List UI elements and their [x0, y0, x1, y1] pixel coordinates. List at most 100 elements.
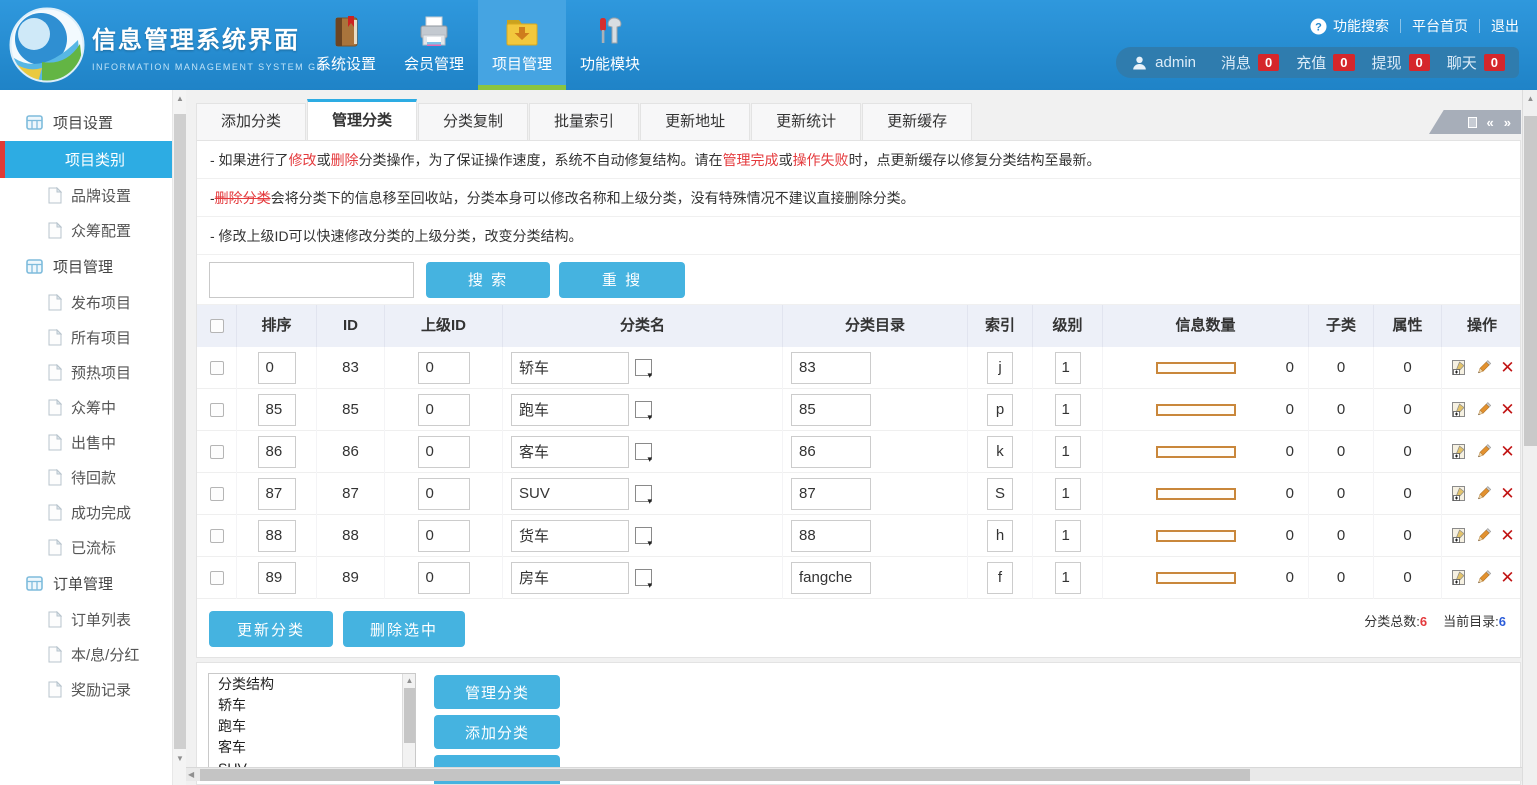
sidebar-item-发布项目[interactable]: 发布项目 [0, 285, 186, 320]
select-all-checkbox[interactable] [210, 319, 224, 333]
row-checkbox[interactable] [210, 361, 224, 375]
add-subcategory-icon[interactable] [1450, 401, 1467, 418]
nav-item-会员管理[interactable]: 会员管理 [390, 0, 478, 90]
scroll-up-icon[interactable]: ▲ [173, 94, 187, 103]
index-input[interactable] [987, 520, 1013, 552]
sidebar-item-本/息/分红[interactable]: 本/息/分红 [0, 637, 186, 672]
scroll-right-icon[interactable]: » [1504, 115, 1511, 130]
edit-icon[interactable] [1475, 527, 1492, 544]
delete-icon[interactable]: ✕ [1500, 485, 1514, 502]
row-checkbox[interactable] [210, 529, 224, 543]
edit-icon[interactable] [1475, 401, 1492, 418]
level-input[interactable] [1055, 478, 1081, 510]
sidebar-item-待回款[interactable]: 待回款 [0, 460, 186, 495]
scroll-left-icon[interactable]: ◀ [188, 770, 194, 779]
research-button[interactable]: 重 搜 [559, 262, 685, 298]
sidebar-item-出售中[interactable]: 出售中 [0, 425, 186, 460]
parent-id-input[interactable] [418, 352, 470, 384]
structure-list-item[interactable]: 跑车 [209, 716, 415, 737]
scroll-down-icon[interactable]: ▼ [173, 754, 187, 763]
search-button[interactable]: 搜 索 [426, 262, 550, 298]
quick-link-功能搜索[interactable]: ?功能搜索 [1310, 16, 1389, 36]
category-picker-icon[interactable] [635, 527, 652, 544]
sidebar-item-预热项目[interactable]: 预热项目 [0, 355, 186, 390]
sidebar-item-众筹配置[interactable]: 众筹配置 [0, 213, 186, 248]
structure-button-管理分类[interactable]: 管理分类 [434, 675, 560, 709]
nav-item-项目管理[interactable]: 项目管理 [478, 0, 566, 90]
sort-input[interactable] [258, 520, 296, 552]
index-input[interactable] [987, 562, 1013, 594]
level-input[interactable] [1055, 562, 1081, 594]
delete-icon[interactable]: ✕ [1500, 527, 1514, 544]
tab-管理分类[interactable]: 管理分类 [307, 99, 417, 140]
sidebar-item-已流标[interactable]: 已流标 [0, 530, 186, 565]
quick-link-退出[interactable]: 退出 [1491, 16, 1519, 36]
level-input[interactable] [1055, 352, 1081, 384]
scroll-up-icon[interactable]: ▲ [1523, 94, 1537, 103]
edit-icon[interactable] [1475, 443, 1492, 460]
search-input[interactable] [209, 262, 414, 298]
edit-icon[interactable] [1475, 485, 1492, 502]
sidebar-group-项目管理[interactable]: 项目管理 [0, 248, 186, 285]
directory-input[interactable] [791, 436, 871, 468]
category-name-input[interactable] [511, 394, 629, 426]
row-checkbox[interactable] [210, 571, 224, 585]
nav-item-功能模块[interactable]: 功能模块 [566, 0, 654, 90]
tab-批量索引[interactable]: 批量索引 [529, 103, 639, 140]
directory-input[interactable] [791, 562, 871, 594]
nav-item-系统设置[interactable]: 系统设置 [302, 0, 390, 90]
category-name-input[interactable] [511, 562, 629, 594]
delete-icon[interactable]: ✕ [1500, 401, 1514, 418]
update-categories-button[interactable]: 更新分类 [209, 611, 333, 647]
listbox-scroll-thumb[interactable] [404, 688, 415, 743]
sort-input[interactable] [258, 352, 296, 384]
category-name-input[interactable] [511, 352, 629, 384]
structure-list-item[interactable]: 客车 [209, 737, 415, 758]
row-checkbox[interactable] [210, 487, 224, 501]
structure-button-添加分类[interactable]: 添加分类 [434, 715, 560, 749]
sidebar-group-项目设置[interactable]: 项目设置 [0, 104, 186, 141]
sidebar-item-所有项目[interactable]: 所有项目 [0, 320, 186, 355]
sidebar-item-众筹中[interactable]: 众筹中 [0, 390, 186, 425]
index-input[interactable] [987, 352, 1013, 384]
scroll-up-icon[interactable]: ▲ [403, 676, 416, 685]
edit-icon[interactable] [1475, 569, 1492, 586]
structure-listbox[interactable]: 分类结构轿车跑车客车SUV ▲ [208, 673, 416, 775]
edit-icon[interactable] [1475, 359, 1492, 376]
quick-link-平台首页[interactable]: 平台首页 [1412, 16, 1468, 36]
tab-更新地址[interactable]: 更新地址 [640, 103, 750, 140]
parent-id-input[interactable] [418, 520, 470, 552]
delete-icon[interactable]: ✕ [1500, 359, 1514, 376]
user-stat-消息[interactable]: 消息0 [1221, 52, 1279, 73]
add-subcategory-icon[interactable] [1450, 569, 1467, 586]
delete-icon[interactable]: ✕ [1500, 569, 1514, 586]
directory-input[interactable] [791, 394, 871, 426]
row-checkbox[interactable] [210, 403, 224, 417]
index-input[interactable] [987, 436, 1013, 468]
listbox-scrollbar[interactable]: ▲ [402, 674, 415, 774]
level-input[interactable] [1055, 394, 1081, 426]
category-picker-icon[interactable] [635, 443, 652, 460]
directory-input[interactable] [791, 352, 871, 384]
tabbar-collapse-widget[interactable]: «» [1429, 110, 1521, 134]
index-input[interactable] [987, 478, 1013, 510]
parent-id-input[interactable] [418, 562, 470, 594]
add-subcategory-icon[interactable] [1450, 485, 1467, 502]
delete-selected-button[interactable]: 删除选中 [343, 611, 465, 647]
sort-input[interactable] [258, 436, 296, 468]
scroll-left-icon[interactable]: « [1487, 115, 1494, 130]
sort-input[interactable] [258, 562, 296, 594]
parent-id-input[interactable] [418, 478, 470, 510]
sort-input[interactable] [258, 394, 296, 426]
directory-input[interactable] [791, 520, 871, 552]
category-name-input[interactable] [511, 436, 629, 468]
index-input[interactable] [987, 394, 1013, 426]
category-picker-icon[interactable] [635, 401, 652, 418]
horizontal-scrollbar[interactable]: ◀ [186, 767, 1522, 781]
structure-list-item[interactable]: 分类结构 [209, 674, 415, 695]
sidebar-scrollbar[interactable]: ▲ ▼ [172, 90, 186, 785]
tab-添加分类[interactable]: 添加分类 [196, 103, 306, 140]
level-input[interactable] [1055, 436, 1081, 468]
category-name-input[interactable] [511, 520, 629, 552]
parent-id-input[interactable] [418, 394, 470, 426]
